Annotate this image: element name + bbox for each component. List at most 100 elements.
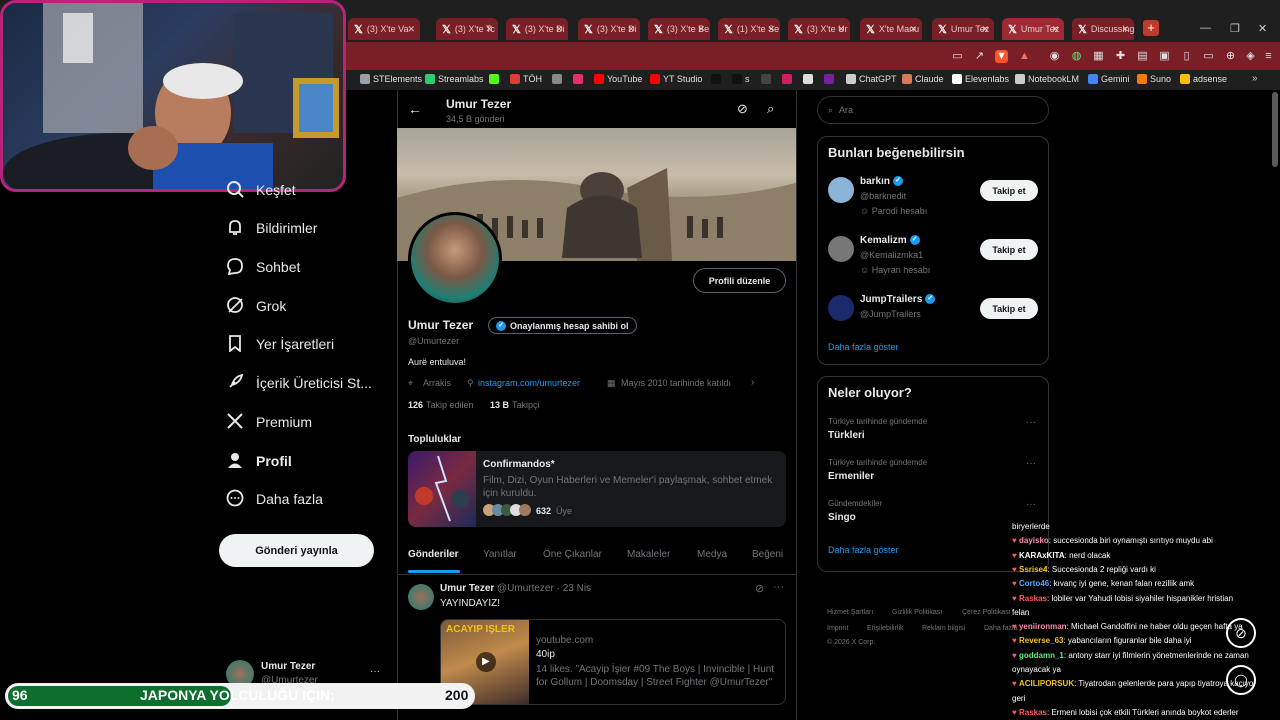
- bookmark-item[interactable]: [711, 74, 721, 84]
- trend-topic[interactable]: Singo: [828, 512, 856, 523]
- vpn-icon[interactable]: ◈: [1244, 50, 1257, 63]
- bookmark-item[interactable]: adsense: [1180, 74, 1227, 84]
- footer-link[interactable]: Imprint: [827, 625, 848, 632]
- trend-more-icon[interactable]: ···: [1026, 499, 1036, 510]
- nav-item[interactable]: Keşfet: [226, 177, 296, 203]
- tab-close-icon[interactable]: ✕: [555, 24, 563, 35]
- bookmark-item[interactable]: STElements: [360, 74, 422, 84]
- profile-avatar[interactable]: [408, 212, 502, 306]
- post-more-icon[interactable]: ···: [773, 581, 784, 593]
- nav-item[interactable]: Daha fazla: [226, 486, 323, 512]
- footer-link[interactable]: Çerez Politikası: [962, 609, 1011, 616]
- rewards-icon[interactable]: ▲: [1018, 50, 1031, 63]
- nav-item[interactable]: İçerik Üreticisi St...: [226, 370, 372, 396]
- suggestion-name-row[interactable]: JumpTrailers ✓: [860, 294, 936, 305]
- footer-link[interactable]: Hizmet Şartları: [827, 609, 873, 616]
- profile-tab[interactable]: Beğeni: [752, 549, 783, 560]
- brave-shield-icon[interactable]: ▼: [995, 50, 1008, 63]
- menu-icon[interactable]: ≡: [1262, 50, 1275, 63]
- link-card[interactable]: ACAYIP IŞLER ▶ youtube.com 40ip 14 likes…: [440, 619, 786, 705]
- grok-float-icon[interactable]: ⊘: [1226, 618, 1256, 648]
- trend-topic[interactable]: Ermeniler: [828, 471, 874, 482]
- browser-tab[interactable]: 𝕏 (3) X'te Be ✕: [648, 18, 710, 40]
- community-card[interactable]: Confirmandos* Film, Dizi, Oyun Haberleri…: [408, 451, 786, 527]
- share-icon[interactable]: ↗: [973, 50, 986, 63]
- trend-topic[interactable]: Türkleri: [828, 430, 865, 441]
- chevron-right-icon[interactable]: ›: [751, 377, 754, 388]
- profile-tab[interactable]: Medya: [697, 549, 727, 560]
- browser-tab[interactable]: 𝕏 Umur Tez ✕: [1002, 18, 1064, 40]
- play-icon[interactable]: ▶: [476, 652, 496, 672]
- sidebar-icon[interactable]: ▯: [1180, 50, 1193, 63]
- profile-tab[interactable]: Gönderiler: [408, 549, 459, 560]
- follow-button[interactable]: Takip et: [980, 239, 1038, 260]
- close-window-icon[interactable]: ✕: [1258, 22, 1267, 35]
- browser-tab[interactable]: 𝕏 Discussing ✕: [1072, 18, 1134, 40]
- extension-icon[interactable]: ◉: [1048, 50, 1061, 63]
- trend-more-icon[interactable]: ···: [1026, 458, 1036, 469]
- edit-profile-button[interactable]: Profili düzenle: [693, 268, 786, 293]
- bookmark-item[interactable]: ChatGPT: [846, 74, 897, 84]
- tab-close-icon[interactable]: ✕: [1051, 24, 1059, 35]
- nav-item[interactable]: Bildirimler: [226, 215, 317, 241]
- messages-float-icon[interactable]: ◯: [1226, 665, 1256, 695]
- post-author-name[interactable]: Umur Tezer: [440, 583, 494, 594]
- bookmark-item[interactable]: s: [732, 74, 750, 84]
- more-bookmarks-icon[interactable]: »: [1252, 73, 1258, 84]
- nav-item[interactable]: Grok: [226, 293, 286, 319]
- suggestion-name-row[interactable]: barkın ✓: [860, 176, 904, 187]
- follow-button[interactable]: Takip et: [980, 298, 1038, 319]
- bookmark-item[interactable]: Streamlabs: [425, 74, 484, 84]
- footer-link[interactable]: Erişilebilirlik: [867, 625, 904, 632]
- browser-tab[interactable]: 𝕏 X'te Manu ✕: [860, 18, 922, 40]
- nav-item[interactable]: Yer İşaretleri: [226, 331, 334, 357]
- minimize-icon[interactable]: —: [1200, 22, 1211, 34]
- profile-tab[interactable]: Yanıtlar: [483, 549, 517, 560]
- grok-icon[interactable]: ⊘: [737, 101, 748, 117]
- followers-link[interactable]: 13 B Takipçi: [490, 400, 540, 410]
- tab-close-icon[interactable]: ✕: [627, 24, 635, 35]
- extension-icon[interactable]: ⊕: [1224, 50, 1237, 63]
- footer-link[interactable]: Reklam bilgisi: [922, 625, 965, 632]
- post-author-avatar[interactable]: [408, 584, 434, 610]
- bookmark-item[interactable]: [824, 74, 834, 84]
- tab-close-icon[interactable]: ✕: [767, 24, 775, 35]
- browser-tab[interactable]: 𝕏 (3) X'te Va ✕: [348, 18, 420, 40]
- bookmark-item[interactable]: YT Studio: [650, 74, 702, 84]
- new-tab-button[interactable]: +: [1143, 20, 1159, 36]
- extension-icon[interactable]: ▣: [1158, 50, 1171, 63]
- footer-link[interactable]: Gizlilik Politikası: [892, 609, 942, 616]
- maximize-icon[interactable]: ❐: [1230, 22, 1240, 35]
- get-verified-button[interactable]: ✓ Onaylanmış hesap sahibi ol: [488, 317, 637, 334]
- tab-close-icon[interactable]: ✕: [1121, 24, 1129, 35]
- bookmark-item[interactable]: Gemini: [1088, 74, 1130, 84]
- bookmark-item[interactable]: TÖH: [510, 74, 542, 84]
- browser-tab[interactable]: 𝕏 Umur Tez ✕: [932, 18, 994, 40]
- nav-item[interactable]: Premium: [226, 409, 312, 435]
- bookmark-item[interactable]: [803, 74, 813, 84]
- suggestion-avatar[interactable]: [828, 236, 854, 262]
- suggestion-avatar[interactable]: [828, 295, 854, 321]
- account-more-icon[interactable]: ···: [370, 666, 380, 677]
- tab-close-icon[interactable]: ✕: [697, 24, 705, 35]
- follow-button[interactable]: Takip et: [980, 180, 1038, 201]
- tab-close-icon[interactable]: ✕: [837, 24, 845, 35]
- extension-icon[interactable]: ◍: [1070, 50, 1083, 63]
- page-scrollbar[interactable]: [1272, 92, 1278, 167]
- nav-item[interactable]: Sohbet: [226, 254, 300, 280]
- tab-close-icon[interactable]: ✕: [909, 24, 917, 35]
- profile-tab[interactable]: Makaleler: [627, 549, 670, 560]
- grok-post-icon[interactable]: ⊘: [755, 582, 764, 595]
- tab-close-icon[interactable]: ✕: [485, 24, 493, 35]
- show-more-link[interactable]: Daha fazla göster: [828, 342, 899, 352]
- bookmark-item[interactable]: Suno: [1137, 74, 1171, 84]
- search-box[interactable]: ⌕ Ara: [817, 96, 1049, 124]
- tab-close-icon[interactable]: ✕: [981, 24, 989, 35]
- browser-tab[interactable]: 𝕏 (3) X'te Tc ✕: [436, 18, 498, 40]
- extension-icon[interactable]: ▤: [1136, 50, 1149, 63]
- profile-website-link[interactable]: instagram.com/umurtezer: [478, 378, 580, 388]
- suggestion-avatar[interactable]: [828, 177, 854, 203]
- following-link[interactable]: 126 Takip edilen: [408, 400, 474, 410]
- browser-tab[interactable]: 𝕏 (1) X'te Se ✕: [718, 18, 780, 40]
- browser-tab[interactable]: 𝕏 (3) X'te Di ✕: [578, 18, 640, 40]
